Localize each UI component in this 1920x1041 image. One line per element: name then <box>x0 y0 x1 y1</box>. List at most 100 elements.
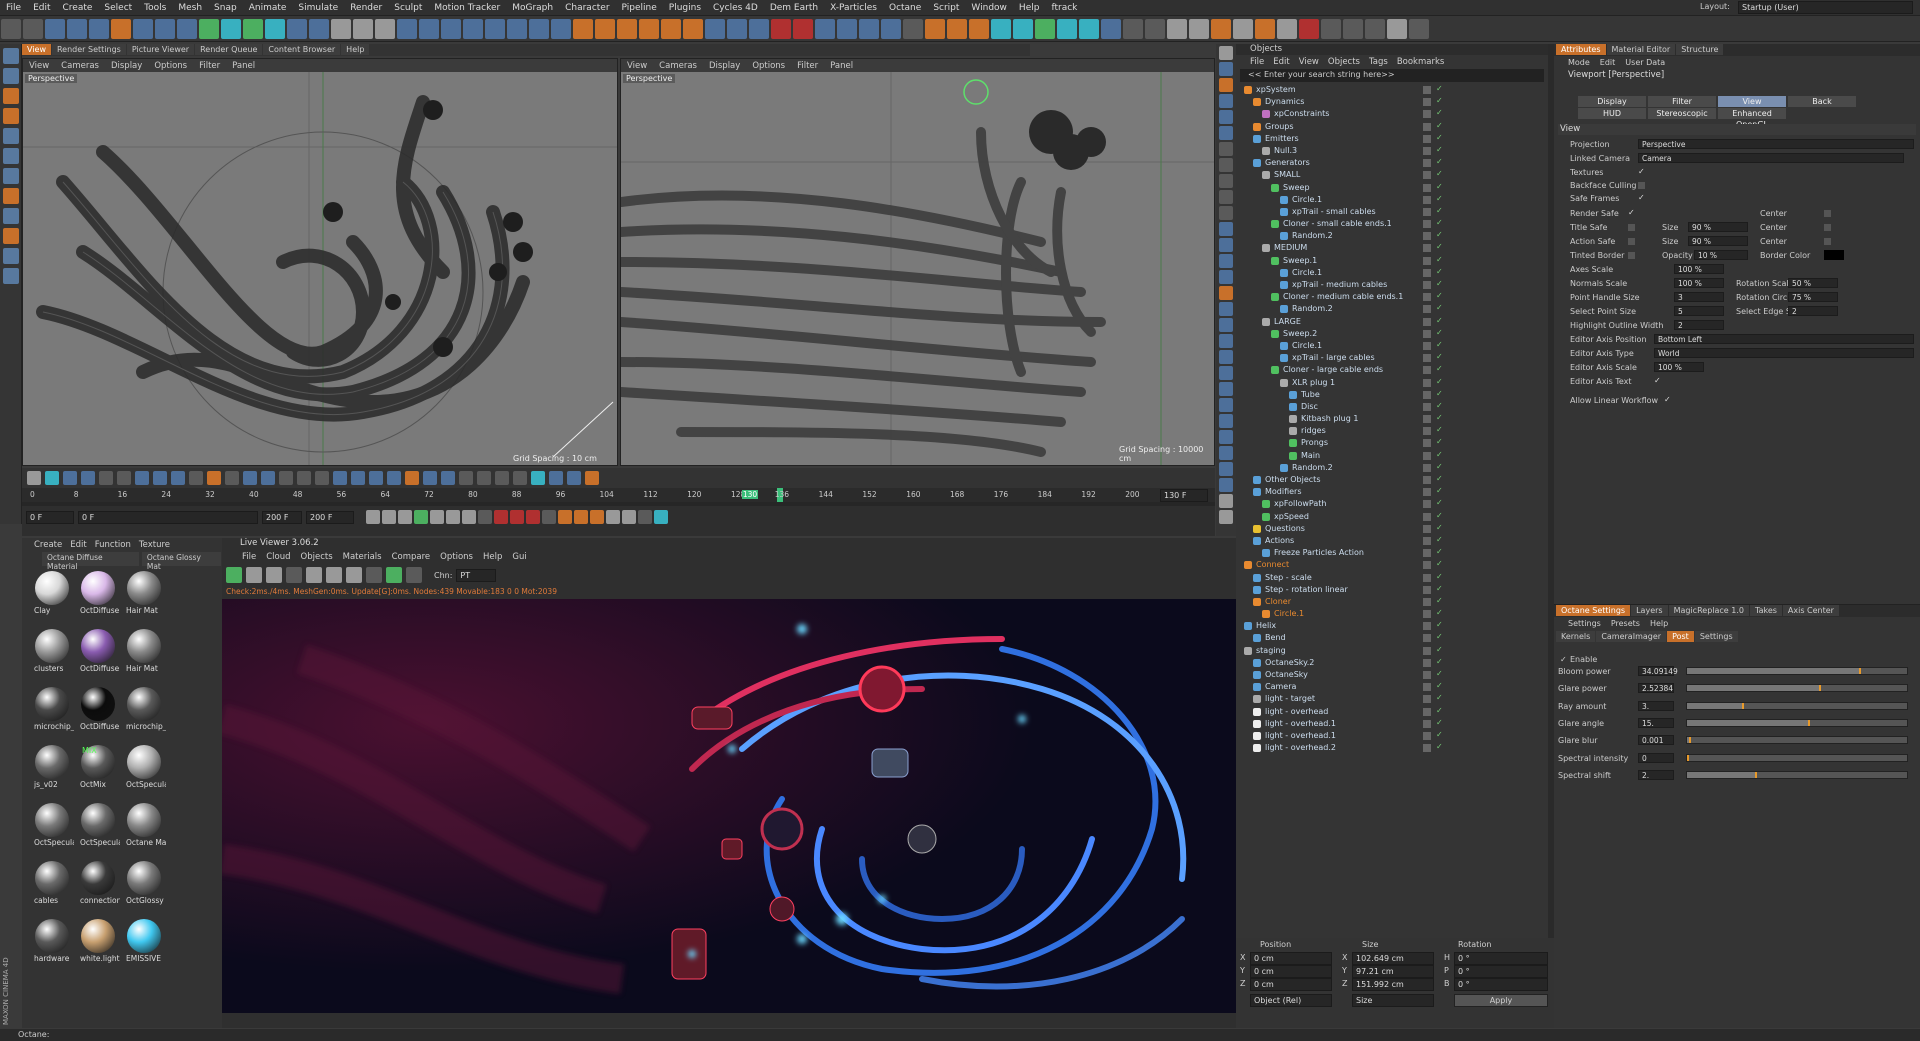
object-row[interactable]: Cloner ✓ <box>1236 596 1548 608</box>
center-checkbox[interactable] <box>1824 210 1831 217</box>
playback-button[interactable] <box>574 510 588 524</box>
layer-tag[interactable] <box>1423 122 1431 131</box>
attributes-tab[interactable]: Material Editor <box>1606 44 1676 55</box>
check-icon[interactable]: ✓ <box>1436 657 1443 666</box>
object-row[interactable]: Modifiers ✓ <box>1236 486 1548 498</box>
tool-icon[interactable] <box>3 228 19 244</box>
attributes-subtab[interactable]: Display <box>1578 96 1646 107</box>
viewport-menu-item[interactable]: Display <box>703 61 746 71</box>
object-row[interactable]: Cloner - small cable ends.1 ✓ <box>1236 218 1548 230</box>
view-tab[interactable]: View <box>22 44 51 55</box>
object-row[interactable]: xpSystem ✓ <box>1236 84 1548 96</box>
octane-param-field[interactable]: 0.001 <box>1638 735 1674 746</box>
timeline-min-field[interactable]: 0 F <box>78 510 258 524</box>
octane-param-field[interactable]: 15. <box>1638 717 1674 728</box>
projection-select[interactable]: Perspective <box>1638 139 1914 149</box>
toolbar-icon[interactable] <box>529 19 549 39</box>
material-swatch[interactable]: OctDiffuse <box>80 686 119 732</box>
objects-menu-item[interactable]: Edit <box>1273 57 1289 67</box>
toolbar-icon[interactable] <box>419 19 439 39</box>
textures-checkbox[interactable]: ✓ <box>1638 167 1645 176</box>
toolbar-icon[interactable] <box>1321 19 1341 39</box>
live-viewer-menu-item[interactable]: Cloud <box>266 552 290 562</box>
layer-tag[interactable] <box>1423 390 1431 399</box>
layer-tag[interactable] <box>1423 476 1431 484</box>
toolbar-icon[interactable] <box>1343 19 1363 39</box>
check-icon[interactable]: ✓ <box>1436 730 1443 739</box>
objects-menu-item[interactable]: Bookmarks <box>1397 57 1445 67</box>
attributes-subtab[interactable]: Back <box>1788 96 1856 107</box>
toolbar-icon[interactable] <box>1167 19 1187 39</box>
viewport-menu-item[interactable]: Panel <box>824 61 859 71</box>
toolbar-icon[interactable] <box>221 19 241 39</box>
object-row[interactable]: Sweep ✓ <box>1236 182 1548 194</box>
object-row[interactable]: Helix ✓ <box>1236 620 1548 632</box>
check-icon[interactable]: ✓ <box>1436 608 1443 617</box>
viewport-tool-icon[interactable] <box>585 471 599 485</box>
layer-tag[interactable] <box>1423 695 1431 704</box>
viewport-menu-item[interactable]: Cameras <box>653 61 703 71</box>
check-icon[interactable]: ✓ <box>1436 352 1443 361</box>
menu-item[interactable]: Script <box>927 3 965 13</box>
viewport-tool-icon[interactable] <box>495 471 509 485</box>
layer-tag[interactable] <box>1423 634 1431 643</box>
tool-icon[interactable] <box>1219 254 1233 268</box>
tool-icon[interactable] <box>1219 414 1233 428</box>
toolbar-icon[interactable] <box>969 19 989 39</box>
viewport-tool-icon[interactable] <box>99 471 113 485</box>
object-row[interactable]: Random.2 ✓ <box>1236 230 1548 242</box>
attributes-subtab[interactable]: Enhanced OpenGL <box>1718 108 1786 129</box>
object-row[interactable]: xpSpeed ✓ <box>1236 511 1548 523</box>
rotation-circle-field[interactable]: 75 % <box>1788 292 1838 302</box>
toolbar-icon[interactable] <box>1 19 21 39</box>
viewport-tool-icon[interactable] <box>153 471 167 485</box>
object-row[interactable]: Null.3 ✓ <box>1236 145 1548 157</box>
toolbar-icon[interactable] <box>617 19 637 39</box>
octane-tab[interactable]: MagicReplace 1.0 <box>1668 605 1749 616</box>
toolbar-icon[interactable] <box>243 19 263 39</box>
check-icon[interactable]: ✓ <box>1436 462 1443 471</box>
check-icon[interactable]: ✓ <box>1436 279 1443 288</box>
enable-checkbox[interactable]: ✓ <box>1560 655 1567 664</box>
object-row[interactable]: Step - scale ✓ <box>1236 572 1548 584</box>
check-icon[interactable]: ✓ <box>1436 645 1443 654</box>
playback-button[interactable] <box>590 510 604 524</box>
viewport-menu-item[interactable]: Options <box>746 61 791 71</box>
playback-button[interactable] <box>606 510 620 524</box>
toolbar-icon[interactable] <box>727 19 747 39</box>
viewport-tool-icon[interactable] <box>459 471 473 485</box>
check-icon[interactable]: ✓ <box>1436 596 1443 605</box>
current-frame-field[interactable]: 130 F <box>1160 489 1208 502</box>
toolbar-icon[interactable] <box>23 19 43 39</box>
viewport-tool-icon[interactable] <box>441 471 455 485</box>
toolbar-icon[interactable] <box>331 19 351 39</box>
objects-menu-item[interactable]: View <box>1299 57 1319 67</box>
attributes-subtab[interactable]: HUD <box>1578 108 1646 119</box>
timeline-max-field[interactable]: 200 F <box>262 510 302 524</box>
tool-icon[interactable] <box>1219 462 1233 476</box>
axis-position-select[interactable]: Bottom Left <box>1654 334 1914 344</box>
viewport-tool-icon[interactable] <box>369 471 383 485</box>
octane-tab[interactable]: Octane Settings <box>1556 605 1631 616</box>
layer-tag[interactable] <box>1423 707 1431 716</box>
viewport-left[interactable]: View Cameras Display Options Filter Panel Per… <box>22 58 618 466</box>
check-icon[interactable]: ✓ <box>1436 230 1443 239</box>
layer-tag[interactable] <box>1423 622 1431 631</box>
check-icon[interactable]: ✓ <box>1436 267 1443 276</box>
object-row[interactable]: staging ✓ <box>1236 645 1548 657</box>
check-icon[interactable]: ✓ <box>1436 706 1443 715</box>
check-icon[interactable]: ✓ <box>1436 425 1443 434</box>
layer-tag[interactable] <box>1423 244 1431 253</box>
viewport-menu-item[interactable]: Panel <box>226 61 261 71</box>
safe-frames-checkbox[interactable]: ✓ <box>1638 193 1645 202</box>
playback-button[interactable] <box>414 510 428 524</box>
toolbar-icon[interactable] <box>1409 19 1429 39</box>
menu-item[interactable]: Cycles 4D <box>707 3 764 13</box>
toolbar-icon[interactable] <box>1299 19 1319 39</box>
tool-icon[interactable] <box>1219 430 1233 444</box>
attributes-subtab[interactable]: Filter <box>1648 96 1716 107</box>
layer-tag[interactable] <box>1423 317 1431 326</box>
size-field[interactable]: 97.21 cm <box>1352 965 1434 978</box>
toolbar-icon[interactable] <box>1365 19 1385 39</box>
live-viewer-menu-item[interactable]: Gui <box>512 552 526 562</box>
